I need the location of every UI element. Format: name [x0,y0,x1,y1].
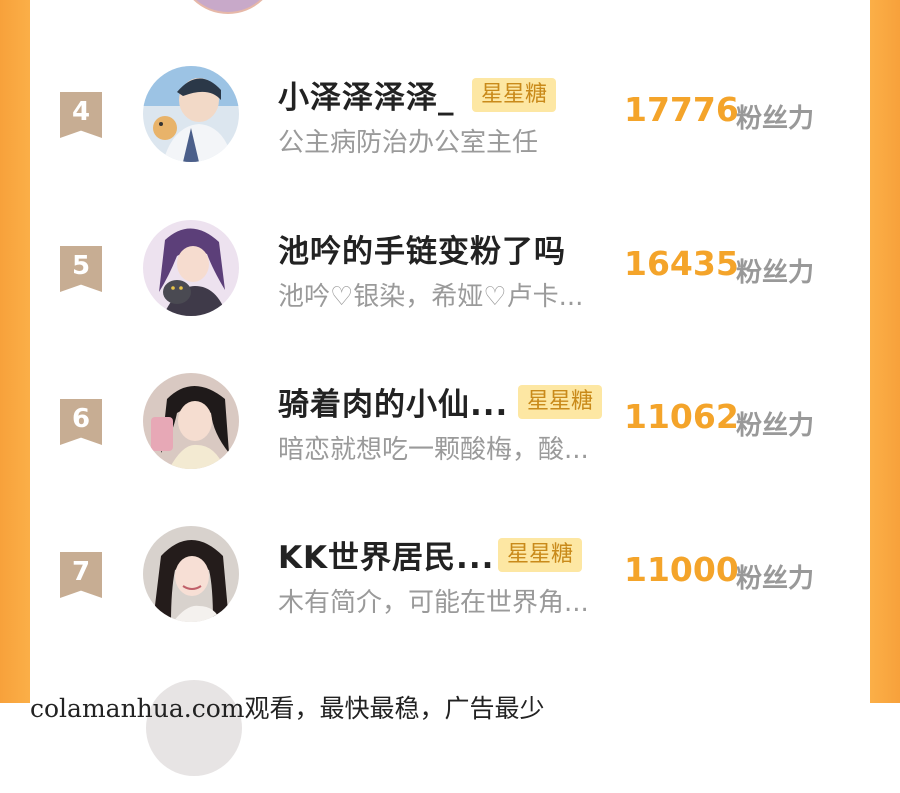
user-bio: 木有简介，可能在世界角... [278,588,589,618]
user-bio: 暗恋就想吃一颗酸梅，酸... [278,435,589,465]
fan-score: 16435 [624,244,739,283]
avatar[interactable] [143,220,239,316]
fan-unit-label: 粉丝力 [736,411,815,441]
username[interactable]: KK世界居民... [278,532,494,577]
fan-unit-label: 粉丝力 [736,258,815,288]
user-bio: 池吟♡银染，希娅♡卢卡... [278,282,584,312]
fan-score: 11000 [624,550,739,589]
fan-score: 11062 [624,397,739,436]
username[interactable]: 骑着肉的小仙... [278,379,508,424]
username[interactable]: 小泽泽泽泽_ [278,72,455,117]
user-bio: 公主病防治办公室主任 [278,128,539,158]
avatar[interactable] [143,66,239,162]
rank-badge: 6 [60,399,102,445]
username[interactable]: 池吟的手链变粉了吗 [278,226,566,271]
rank-badge: 7 [60,552,102,598]
list-item[interactable]: 6 骑着肉的小仙... 星星糖 暗恋就想吃一颗酸梅，酸... 11062 粉丝力 [30,373,870,483]
fan-score: 17776 [624,90,739,129]
level-badge: 星星糖 [498,538,583,572]
list-item[interactable]: 7 KK世界居民... 星星糖 木有简介，可能在世界角... 11000 粉丝力 [30,526,870,636]
watermark-text: colamanhua.com观看，最快最稳，广告最少 [30,694,545,723]
rank-badge: 4 [60,92,102,138]
rank-badge: 5 [60,246,102,292]
avatar[interactable] [143,373,239,469]
level-badge: 星星糖 [518,385,603,419]
list-item[interactable]: 5 池吟的手链变粉了吗 池吟♡银染，希娅♡卢卡... 16435 粉丝力 [30,220,870,330]
ranking-card: 4 小泽泽泽泽_ 星星糖 公主病防治办公室主任 17776 粉丝力 5 池吟的手… [30,0,870,703]
level-badge: 星星糖 [472,78,557,112]
list-item[interactable]: 4 小泽泽泽泽_ 星星糖 公主病防治办公室主任 17776 粉丝力 [30,66,870,176]
avatar[interactable] [178,0,278,14]
avatar[interactable] [143,526,239,622]
fan-unit-label: 粉丝力 [736,564,815,594]
fan-unit-label: 粉丝力 [736,104,815,134]
